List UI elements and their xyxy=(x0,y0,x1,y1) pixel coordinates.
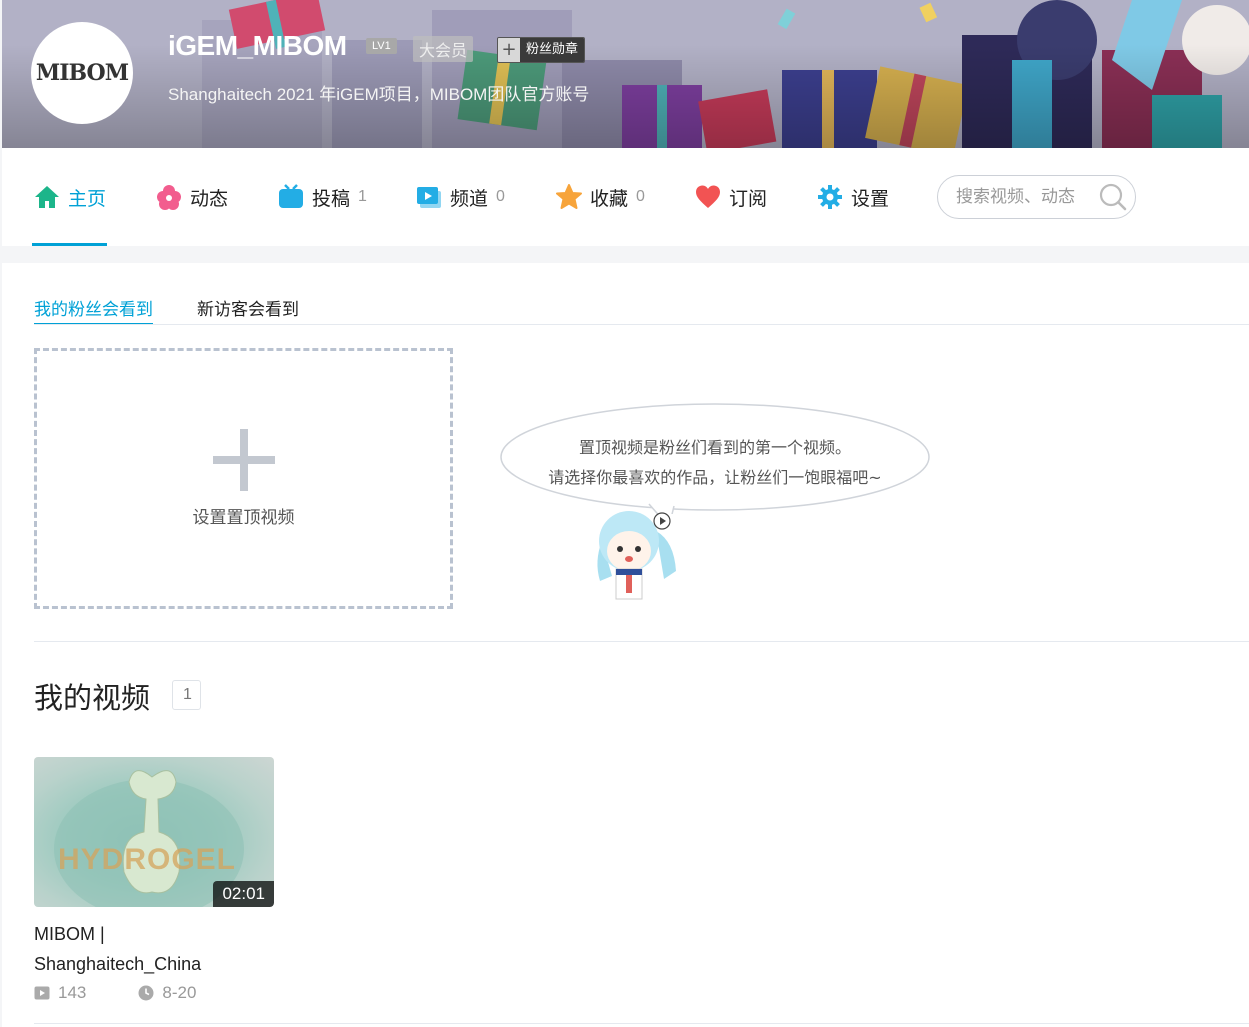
fan-medal-button[interactable]: + 粉丝勋章 xyxy=(497,37,586,63)
avatar-logo-text: MIBOM xyxy=(35,60,129,86)
tab-new-visitors-see[interactable]: 新访客会看到 xyxy=(197,295,299,325)
nav-tab-label: 设置 xyxy=(851,187,890,210)
nav-tab-home[interactable]: 主页 xyxy=(34,184,106,210)
gear-icon xyxy=(818,185,842,209)
upload-date-value: 8-20 xyxy=(162,983,197,1002)
play-count-value: 143 xyxy=(58,983,87,1002)
search-input[interactable] xyxy=(954,186,1094,208)
pin-tip-line: 置顶视频是粉丝们看到的第一个视频。 xyxy=(578,438,851,457)
video-duration: 02:01 xyxy=(213,881,274,907)
video-card[interactable]: HYDROGEL 02:01 MIBOM | Shanghaitech_Chin… xyxy=(34,757,274,1003)
search-box xyxy=(937,175,1136,219)
tab-divider xyxy=(34,324,1249,325)
play-count: 143 xyxy=(34,983,86,1003)
nav-tab-count: 1 xyxy=(358,188,367,205)
search-icon[interactable] xyxy=(1098,182,1128,212)
plus-icon xyxy=(212,429,275,491)
nav-tab-uploads[interactable]: 投稿 1 xyxy=(278,184,367,210)
level-badge: LV1 xyxy=(366,38,397,54)
nav-tab-count: 0 xyxy=(496,188,505,205)
nav-tab-favorites[interactable]: 收藏 0 xyxy=(556,184,645,210)
profile-banner xyxy=(2,0,1249,148)
video-thumbnail[interactable]: HYDROGEL 02:01 xyxy=(34,757,274,907)
star-icon xyxy=(556,184,582,209)
home-icon xyxy=(35,186,59,208)
profile-nav: 主页 动态 投稿 1 频道 0 收藏 0 订阅 设置 搜索视频、动态 xyxy=(2,148,1249,246)
plus-icon: + xyxy=(498,38,520,62)
upload-date: 8-20 xyxy=(138,983,196,1003)
video-title[interactable]: MIBOM | Shanghaitech_China xyxy=(34,919,274,979)
set-pinned-video-label: 设置置顶视频 xyxy=(192,508,295,528)
mascot-illustration xyxy=(597,511,676,600)
tv-icon xyxy=(279,184,303,208)
nav-tab-label: 投稿 xyxy=(312,187,351,210)
nav-tab-subscriptions[interactable]: 订阅 xyxy=(695,184,767,210)
section-divider xyxy=(34,1023,1249,1024)
username: iGEM_MIBOM xyxy=(168,30,347,61)
flower-icon xyxy=(157,185,181,210)
nav-tab-dynamic[interactable]: 动态 xyxy=(156,184,228,210)
user-signature: Shanghaitech 2021 年iGEM项目，MIBOM团队官方账号 xyxy=(168,85,590,104)
my-videos-count: 1 xyxy=(172,680,201,710)
play-icon xyxy=(34,986,50,1000)
fan-medal-label: 粉丝勋章 xyxy=(520,38,585,62)
nav-tab-settings[interactable]: 设置 xyxy=(817,184,889,210)
nav-tab-count: 0 xyxy=(636,188,645,205)
nav-tab-label: 动态 xyxy=(190,187,229,210)
nav-tab-label: 主页 xyxy=(68,187,107,210)
pin-audience-tabs: 我的粉丝会看到 新访客会看到 xyxy=(34,295,343,325)
set-pinned-video-button[interactable]: 设置置顶视频 xyxy=(34,348,453,609)
section-divider xyxy=(34,641,1249,642)
nav-tab-channel[interactable]: 频道 0 xyxy=(416,184,505,210)
nav-tab-label: 收藏 xyxy=(590,187,629,210)
video-meta: 143 8-20 xyxy=(34,983,274,1003)
heart-icon xyxy=(696,185,720,208)
active-tab-indicator xyxy=(32,243,107,246)
my-videos-title: 我的视频 xyxy=(34,681,151,715)
thumbnail-text: HYDROGEL xyxy=(58,843,237,876)
nav-tab-label: 订阅 xyxy=(729,187,768,210)
pin-tip-line: 请选择你最喜欢的作品，让粉丝们一饱眼福吧~ xyxy=(548,468,882,487)
nav-tab-label: 频道 xyxy=(450,187,489,210)
pin-tip: 置顶视频是粉丝们看到的第一个视频。 请选择你最喜欢的作品，让粉丝们一饱眼福吧~ xyxy=(499,433,931,493)
clock-icon xyxy=(138,985,154,1001)
video-title-line: Shanghaitech_China xyxy=(34,954,202,974)
avatar[interactable]: MIBOM xyxy=(31,22,133,124)
main-content: 我的粉丝会看到 新访客会看到 设置置顶视频 置顶视频是粉丝们看到的第一个视频。 … xyxy=(2,263,1249,1027)
channel-icon xyxy=(417,187,441,208)
video-title-line: MIBOM | xyxy=(34,924,105,944)
tab-fans-see[interactable]: 我的粉丝会看到 xyxy=(34,295,153,325)
vip-badge[interactable]: 大会员 xyxy=(413,36,474,62)
